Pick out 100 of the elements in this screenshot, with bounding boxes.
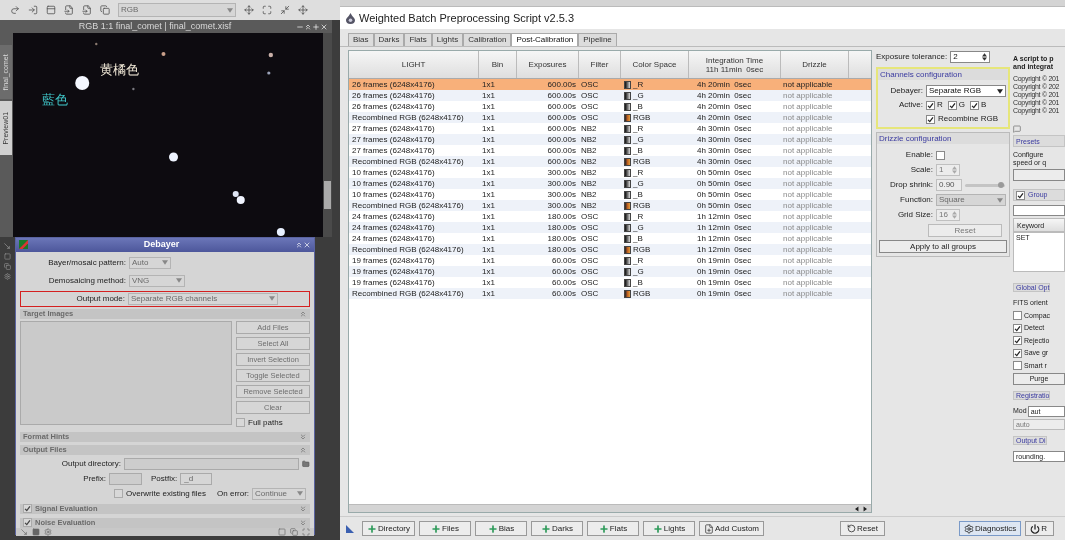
table-cell: RGB [633,156,651,167]
apply-button[interactable]: Apply to all groups [879,240,1007,253]
table-row[interactable]: 26 frames (6248x4176) 1x1 600.00s OSC _R 4h 20min 0sec not applicable [349,79,871,90]
dropdown[interactable]: Auto [129,256,171,269]
table-cell: _G [633,134,644,145]
checkbox[interactable] [1013,336,1022,346]
checkbox[interactable] [1013,311,1022,321]
spin-box[interactable]: 2 [950,51,991,63]
table-row[interactable]: 27 frames (6248x4176) 1x1 600.00s NB2 _G 4h 30min 0sec not applicable [349,134,871,145]
spin-box[interactable]: 16 [936,209,960,221]
dropdown[interactable]: Separate RGB [926,85,1006,97]
table-cell-text: NB2 [580,123,598,134]
add-button[interactable]: Add Custom [699,521,765,536]
input-field[interactable] [124,457,300,470]
checkbox[interactable] [1013,348,1022,358]
table-cell-text: 60.00s [550,255,577,266]
table-cell-text: 0h 19min 0sec [696,277,753,288]
input-field[interactable]: 0.90 [936,179,962,191]
table-cell-text: 600.00s [546,79,577,90]
input-field[interactable]: _d [180,472,213,485]
tab[interactable]: Bias [348,33,374,46]
table-cell-text: NB2 [580,156,598,167]
checkbox-label: Full paths [248,416,283,429]
spin-box[interactable]: 1 [936,164,960,176]
tab[interactable]: Darks [373,33,405,46]
checkbox[interactable] [23,518,32,527]
table-row[interactable]: Recombined RGB (6248x4176) 1x1 600.00s NB2 RGB 4h 30min 0sec not applicable [349,156,871,167]
tab[interactable]: Pipeline [578,33,617,46]
table-cell: _R [633,167,644,178]
table-cell: RGB [633,200,651,211]
input-field[interactable] [109,472,142,485]
column-header[interactable]: Filter [579,51,621,78]
checkbox[interactable] [236,418,245,427]
dropdown[interactable]: VNG [129,274,185,287]
checkbox[interactable] [926,100,935,110]
table-cell-text: OSC [580,211,600,222]
checkbox[interactable] [1013,323,1022,333]
tab[interactable]: Calibration [463,33,512,46]
table-cell-text: not applicable [782,244,834,255]
run-button[interactable]: R [1025,521,1055,536]
table-cell-text: 300.00s [546,167,577,178]
table-row[interactable]: 10 frames (6248x4176) 1x1 300.00s NB2 _G 0h 50min 0sec not applicable [349,178,871,189]
table-cell: _R [633,211,644,222]
table-row[interactable]: Recombined RGB (6248x4176) 1x1 180.00s OSC RGB 1h 12min 0sec not applicable [349,244,871,255]
slider-handle[interactable] [998,181,1004,188]
tab[interactable]: Post-Calibration [511,33,579,46]
table-row[interactable]: Recombined RGB (6248x4176) 1x1 600.00s OSC RGB 4h 20min 0sec not applicable [349,112,871,123]
table-cell-text: not applicable [782,134,834,145]
checkbox[interactable] [936,150,945,160]
table-cell-text: not applicable [782,255,834,266]
add-button[interactable]: Directory [362,521,415,536]
checkbox[interactable] [970,100,979,110]
add-button[interactable]: Files [419,521,471,536]
panel-title: Channels configuration [878,69,1008,80]
checkbox[interactable] [1016,190,1025,200]
table-row[interactable]: 24 frames (6248x4176) 1x1 180.00s OSC _G 1h 12min 0sec not applicable [349,222,871,233]
table-cell: _B [633,145,643,156]
plus-icon [367,523,377,534]
dropdown[interactable]: RGB [118,3,236,17]
checkbox[interactable] [1013,361,1022,371]
checkbox[interactable] [947,100,957,110]
checkbox[interactable] [23,504,32,513]
table-row[interactable]: Recombined RGB (6248x4176) 1x1 300.00s NB2 RGB 0h 50min 0sec not applicable [349,200,871,211]
column-header[interactable]: Integration Time [705,55,764,65]
column-header[interactable]: Color Space [621,51,689,78]
add-button[interactable]: Lights [643,521,695,536]
column-header[interactable]: Drizzle [781,51,849,78]
tab[interactable]: Flats [404,33,432,46]
table-row[interactable]: Recombined RGB (6248x4176) 1x1 60.00s OSC RGB 0h 19min 0sec not applicable [349,288,871,299]
window-title: RGB 1:1 final_comet | final_comet.xisf [77,19,233,33]
column-header[interactable]: Bin [479,51,517,78]
table-row[interactable]: 26 frames (6248x4176) 1x1 600.00s OSC _G 4h 20min 0sec not applicable [349,90,871,101]
table-row[interactable]: 19 frames (6248x4176) 1x1 60.00s OSC _G 0h 19min 0sec not applicable [349,266,871,277]
add-button[interactable]: Darks [531,521,583,536]
field-label: Grid Size: [896,209,933,221]
check-icon [948,101,956,109]
table-cell-text: 4h 30min 0sec [696,145,753,156]
input-field[interactable] [1013,205,1065,216]
tab[interactable]: Lights [431,33,464,46]
add-button[interactable]: Bias [475,521,527,536]
dropdown[interactable]: Separate RGB channels [128,292,278,305]
preset-button[interactable] [1013,169,1065,181]
column-header[interactable]: Exposures [517,51,579,78]
table-cell-text: not applicable [782,79,834,90]
add-button[interactable]: Flats [587,521,639,536]
dropdown[interactable]: Square [936,194,1006,206]
comment-icon [1013,125,1021,133]
scrollbar[interactable] [323,33,332,237]
table-cell-text: 300.00s [546,178,577,189]
caret-icon [297,491,304,496]
table-cell-text: not applicable [782,145,834,156]
reset-button[interactable]: Reset [840,521,885,536]
scrollbar[interactable] [349,504,871,512]
dropdown[interactable]: Continue [252,487,307,500]
spin-arrows-icon [952,166,957,174]
table-cell-text: 10 frames (6248x4176) [351,189,436,200]
checkbox[interactable] [114,489,123,498]
checkbox[interactable] [926,114,935,124]
column-header[interactable]: LIGHT [349,51,479,78]
diagnostics-button[interactable]: Diagnostics [958,521,1022,536]
